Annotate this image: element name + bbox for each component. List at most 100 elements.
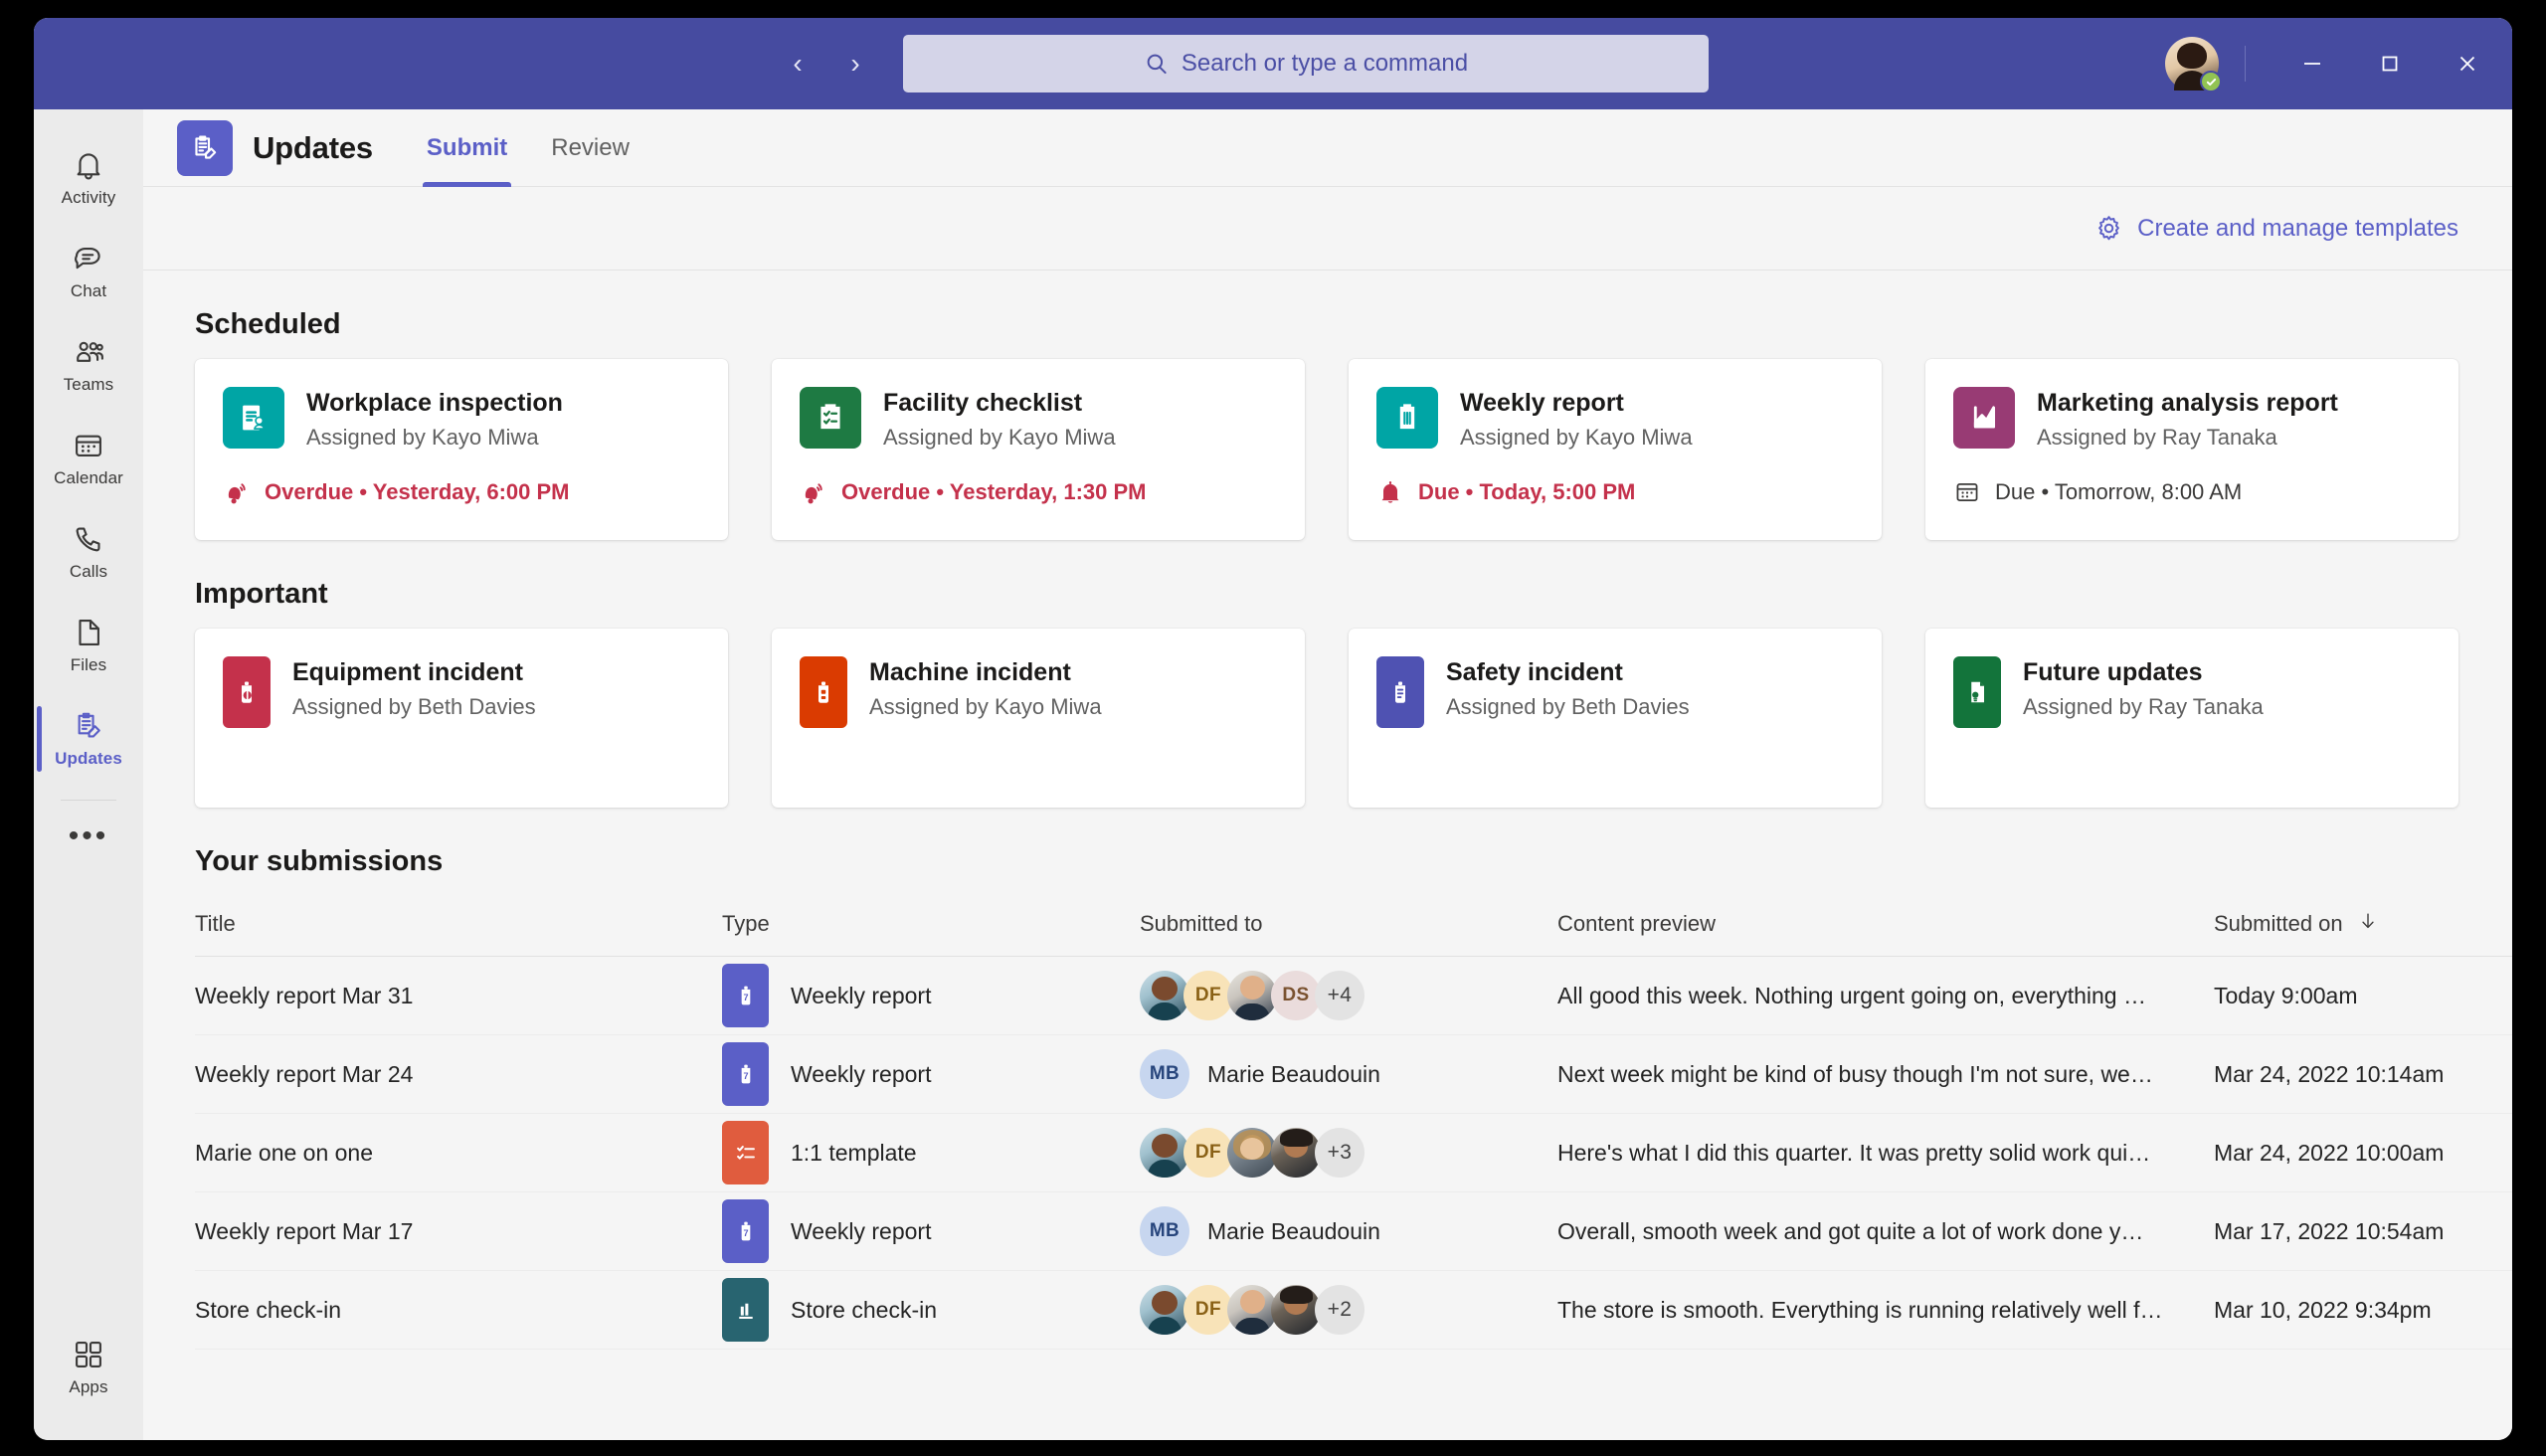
sidebar-item-calls[interactable]: Calls: [34, 505, 143, 599]
table-row[interactable]: Store check-in Store check-in DF +2 The …: [195, 1270, 2512, 1350]
update-card[interactable]: Equipment incident Assigned by Beth Davi…: [195, 629, 728, 808]
cell-submitted-on: Mar 24, 2022 10:00am: [2214, 1113, 2512, 1192]
tab-review[interactable]: Review: [533, 109, 647, 187]
toolbar-divider: [2245, 46, 2246, 82]
card-title: Facility checklist: [883, 389, 1083, 417]
sidebar-item-calendar[interactable]: Calendar: [34, 412, 143, 505]
column-header-content-preview[interactable]: Content preview: [1557, 896, 2214, 957]
forward-button[interactable]: ›: [833, 42, 877, 86]
avatar: [1227, 1128, 1277, 1178]
app-header: Updates Submit Review: [143, 109, 2512, 187]
card-title: Weekly report: [1460, 389, 1624, 417]
card-header: Machine incident Assigned by Kayo Miwa: [800, 656, 1277, 728]
cell-content-preview: Here's what I did this quarter. It was p…: [1557, 1113, 2214, 1192]
card-text-group: Workplace inspection Assigned by Kayo Mi…: [306, 387, 563, 451]
search-input[interactable]: Search or type a command: [903, 35, 1709, 92]
sidebar-item-apps[interactable]: Apps: [34, 1321, 143, 1414]
document-idea-icon: [1953, 656, 2001, 728]
apps-grid-icon: [72, 1338, 105, 1371]
clipboard-7-icon: 7: [722, 964, 769, 1027]
avatar: [1140, 1285, 1189, 1335]
cell-submitted-on: Today 9:00am: [2214, 956, 2512, 1035]
close-button[interactable]: [2429, 34, 2506, 93]
card-text-group: Future updates Assigned by Ray Tanaka: [2023, 656, 2264, 720]
avatar-overflow-count[interactable]: +2: [1315, 1285, 1364, 1335]
back-button[interactable]: ‹: [776, 42, 819, 86]
clipboard-lines-icon: [1376, 387, 1438, 449]
card-assigned-by: Assigned by Beth Davies: [292, 694, 536, 719]
cell-type-label: Weekly report: [791, 1217, 932, 1244]
table-row[interactable]: Weekly report Mar 31 7 Weekly report DF …: [195, 956, 2512, 1035]
card-title: Machine incident: [869, 658, 1071, 686]
column-header-submitted-on[interactable]: Submitted on: [2214, 896, 2512, 957]
table-row[interactable]: Marie one on one 1:1 template DF +3 Here…: [195, 1113, 2512, 1192]
update-card[interactable]: Future updates Assigned by Ray Tanaka: [1925, 629, 2458, 808]
cell-type: 7 Weekly report: [722, 1191, 1140, 1271]
avatar-name: Marie Beaudouin: [1207, 1060, 1380, 1087]
chart-icon: [1953, 387, 2015, 449]
card-header: Future updates Assigned by Ray Tanaka: [1953, 656, 2431, 728]
card-due-text: Overdue • Yesterday, 6:00 PM: [265, 479, 570, 504]
minimize-button[interactable]: [2273, 34, 2351, 93]
sidebar-item-activity[interactable]: Activity: [34, 131, 143, 225]
cell-title: Weekly report Mar 17: [195, 1191, 722, 1271]
cell-type: 7 Weekly report: [722, 956, 1140, 1035]
card-due-text: Due • Today, 5:00 PM: [1418, 479, 1636, 504]
sidebar-item-updates[interactable]: Updates: [34, 692, 143, 786]
update-card[interactable]: Marketing analysis report Assigned by Ra…: [1925, 359, 2458, 540]
avatar-name: Marie Beaudouin: [1207, 1217, 1380, 1244]
navigation-arrows: ‹ ›: [776, 42, 877, 86]
update-card[interactable]: Machine incident Assigned by Kayo Miwa: [772, 629, 1305, 808]
column-header-title[interactable]: Title: [195, 896, 722, 957]
table-row[interactable]: Weekly report Mar 24 7 Weekly report MB …: [195, 1034, 2512, 1114]
card-title: Workplace inspection: [306, 389, 563, 417]
maximize-button[interactable]: [2351, 34, 2429, 93]
card-text-group: Machine incident Assigned by Kayo Miwa: [869, 656, 1102, 720]
table-header: Title Type Submitted to Content preview …: [195, 896, 2512, 957]
bell-icon: [1376, 478, 1404, 506]
window-body: Activity Chat Teams Calendar Calls Files…: [34, 109, 2512, 1440]
card-due-row: Overdue • Yesterday, 1:30 PM: [800, 478, 1277, 506]
sidebar-item-teams[interactable]: Teams: [34, 318, 143, 412]
sidebar-item-label: Updates: [55, 749, 122, 768]
content-toolbar: Create and manage templates: [143, 187, 2512, 271]
card-assigned-by: Assigned by Ray Tanaka: [2023, 694, 2264, 719]
cell-submitted-to: DF DS +4: [1140, 956, 1557, 1035]
machine-icon: [800, 656, 847, 728]
table-row[interactable]: Weekly report Mar 17 7 Weekly report MB …: [195, 1191, 2512, 1271]
cell-title: Store check-in: [195, 1270, 722, 1350]
table-header-row: Title Type Submitted to Content preview …: [195, 896, 2512, 957]
avatar: [1227, 971, 1277, 1020]
avatar-overflow-count[interactable]: +4: [1315, 971, 1364, 1020]
rail-divider: [61, 800, 116, 801]
card-assigned-by: Assigned by Ray Tanaka: [2037, 425, 2277, 450]
avatar: [1140, 1128, 1189, 1178]
column-header-submitted-to[interactable]: Submitted to: [1140, 896, 1557, 957]
page-title: Updates: [253, 129, 373, 165]
tab-submit[interactable]: Submit: [409, 109, 525, 187]
card-text-group: Equipment incident Assigned by Beth Davi…: [292, 656, 536, 720]
sidebar-item-chat[interactable]: Chat: [34, 225, 143, 318]
content-scroll-area[interactable]: Scheduled Workplace inspection Assigned …: [143, 271, 2512, 1440]
app-rail: Activity Chat Teams Calendar Calls Files…: [34, 109, 143, 1440]
avatar-overflow-count[interactable]: +3: [1315, 1128, 1364, 1178]
column-header-type[interactable]: Type: [722, 896, 1140, 957]
cell-submitted-to: DF +2: [1140, 1270, 1557, 1350]
avatar: [1227, 1285, 1277, 1335]
more-apps-button[interactable]: •••: [34, 807, 143, 866]
update-card[interactable]: Weekly report Assigned by Kayo Miwa Due …: [1349, 359, 1882, 540]
sidebar-item-files[interactable]: Files: [34, 599, 143, 692]
avatar-initials: DF: [1183, 971, 1233, 1020]
clipboard-person-icon: [223, 387, 284, 449]
update-card[interactable]: Facility checklist Assigned by Kayo Miwa: [772, 359, 1305, 540]
card-header: Facility checklist Assigned by Kayo Miwa: [800, 387, 1277, 451]
clipboard-checklist-icon: [800, 387, 861, 449]
card-due-row: Due • Tomorrow, 8:00 AM: [1953, 478, 2431, 506]
card-text-group: Weekly report Assigned by Kayo Miwa: [1460, 387, 1693, 451]
update-card[interactable]: Safety incident Assigned by Beth Davies: [1349, 629, 1882, 808]
cell-title: Weekly report Mar 31: [195, 956, 722, 1035]
avatar[interactable]: [2165, 37, 2222, 92]
create-manage-templates-button[interactable]: Create and manage templates: [2094, 214, 2458, 243]
tab-bar: Submit Review: [409, 109, 647, 187]
update-card[interactable]: Workplace inspection Assigned by Kayo Mi…: [195, 359, 728, 540]
